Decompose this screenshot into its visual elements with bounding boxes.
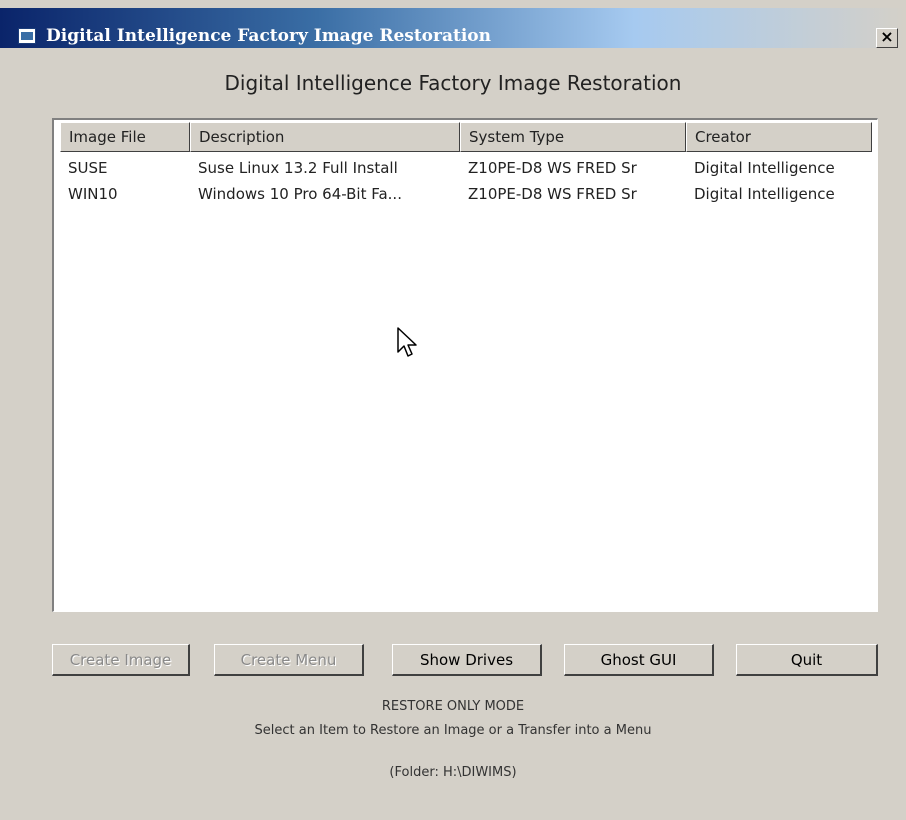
mouse-pointer-icon	[397, 327, 417, 357]
folder-label: (Folder: H:\DIWIMS)	[389, 765, 517, 780]
window-title: Digital Intelligence Factory Image Resto…	[46, 26, 492, 46]
cell-creator: Digital Intelligence	[694, 185, 835, 203]
image-list[interactable]: Image File Description System Type Creat…	[52, 118, 878, 612]
list-header: Image File Description System Type Creat…	[60, 122, 872, 152]
table-row[interactable]: WIN10 Windows 10 Pro 64-Bit Fa... Z10PE-…	[60, 182, 872, 208]
create-menu-button[interactable]: Create Menu	[214, 644, 364, 676]
column-header-image-file[interactable]: Image File	[60, 122, 190, 152]
cell-creator: Digital Intelligence	[694, 159, 835, 177]
column-header-description[interactable]: Description	[190, 122, 460, 152]
restoration-window: Digital Intelligence Factory Image Resto…	[0, 0, 906, 820]
title-bar[interactable]: Digital Intelligence Factory Image Resto…	[0, 8, 906, 48]
create-image-button[interactable]: Create Image	[52, 644, 190, 676]
list-rows: SUSE Suse Linux 13.2 Full Install Z10PE-…	[60, 156, 872, 208]
ghost-gui-button[interactable]: Ghost GUI	[564, 644, 714, 676]
instruction-label: Select an Item to Restore an Image or a …	[254, 723, 652, 738]
column-header-creator[interactable]: Creator	[686, 122, 872, 152]
app-window-icon	[18, 28, 36, 44]
mode-label: RESTORE ONLY MODE	[381, 699, 525, 714]
quit-button[interactable]: Quit	[736, 644, 878, 676]
column-header-system-type[interactable]: System Type	[460, 122, 686, 152]
cell-description: Suse Linux 13.2 Full Install	[198, 159, 398, 177]
show-drives-button[interactable]: Show Drives	[392, 644, 542, 676]
page-title: Digital Intelligence Factory Image Resto…	[224, 71, 682, 95]
close-icon[interactable]: ×	[876, 28, 898, 48]
cell-image-file: SUSE	[68, 159, 108, 177]
cell-image-file: WIN10	[68, 185, 118, 203]
table-row[interactable]: SUSE Suse Linux 13.2 Full Install Z10PE-…	[60, 156, 872, 182]
cell-system-type: Z10PE-D8 WS FRED Sr	[468, 159, 637, 177]
cell-system-type: Z10PE-D8 WS FRED Sr	[468, 185, 637, 203]
cell-description: Windows 10 Pro 64-Bit Fa...	[198, 185, 402, 203]
